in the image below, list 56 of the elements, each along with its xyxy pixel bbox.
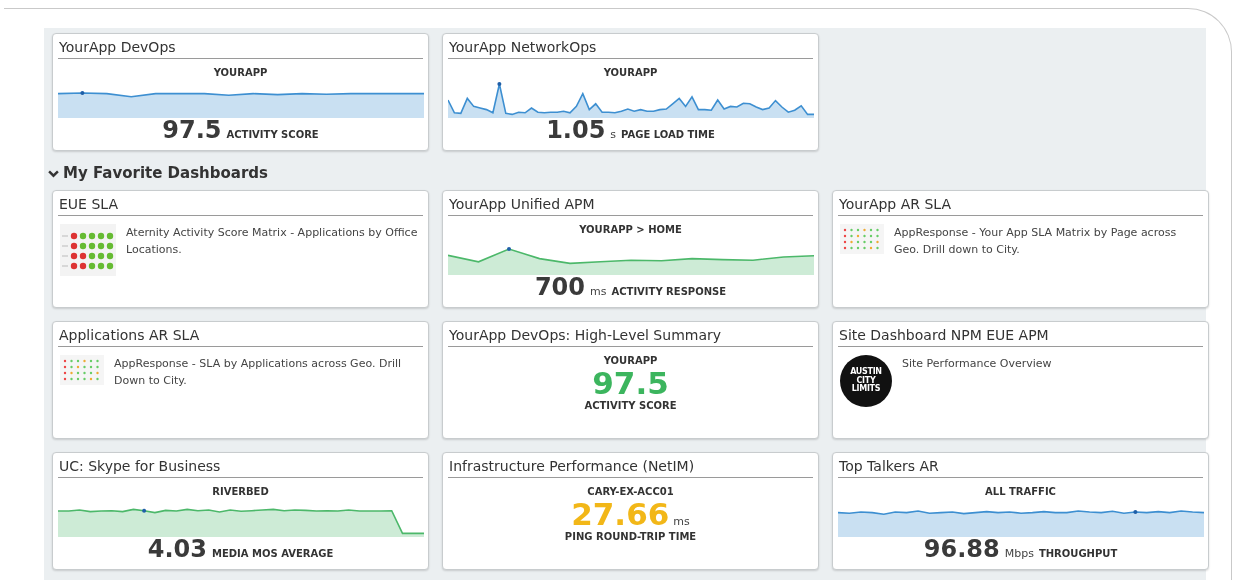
widget-title: YourApp DevOps: High-Level Summary [448,322,813,347]
widget-description: AppResponse - Your App SLA Matrix by Page across Geo. Drill down to City. [894,225,1178,259]
widget-card[interactable]: YourApp DevOps: High-Level Summary YOURAPP 97.5 ACTIVITY SCORE [442,321,819,439]
metric-label: PING ROUND-TRIP TIME [563,531,698,543]
widget-card[interactable]: EUE SLA Aternity Activity Score Matrix - Applications by Office Locations. [52,190,429,308]
widget-subtitle: YOURAPP > HOME [578,224,683,235]
widget-title: EUE SLA [58,191,423,216]
logo-badge: AUSTIN CITY LIMITS [840,355,892,407]
widget-card[interactable]: YourApp NetworkOps YOURAPP 1.05 s PAGE LOAD TIME [442,33,819,151]
widget-title: Top Talkers AR [838,453,1203,478]
metric-label: PAGE LOAD TIME [621,129,715,140]
metric-value: 700 [534,274,586,301]
widget-title: YourApp AR SLA [838,191,1203,216]
metric-value: 96.88 [923,536,1000,563]
metric-label: THROUGHPUT [1038,548,1118,559]
metric-value: 97.5 [592,366,669,401]
widget-subtitle: YOURAPP [602,67,659,78]
widget-subtitle: CARY-EX-ACC01 [586,486,675,497]
widget-card[interactable]: UC: Skype for Business RIVERBED 4.03 MEDIA MOS AVERAGE [52,452,429,570]
metric-label: ACTIVITY SCORE [583,400,678,412]
metric-label: ACTIVITY RESPONSE [611,286,727,297]
widget-card[interactable]: YourApp DevOps YOURAPP 97.5 ACTIVITY SCORE [52,33,429,151]
metric-unit: ms [590,285,607,298]
metric-value: 97.5 [162,117,222,144]
metric-unit: Mbps [1004,547,1034,560]
metric-label: MEDIA MOS AVERAGE [211,548,334,559]
widget-description: AppResponse - SLA by Applications across Geo. Drill Down to City. [114,356,403,390]
section-title: My Favorite Dashboards [63,164,268,182]
widget-title: YourApp Unified APM [448,191,813,216]
widget-title: UC: Skype for Business [58,453,423,478]
widget-card[interactable]: Applications AR SLA AppResponse - SLA by Applications across Geo. Drill Down to City. [52,321,429,439]
widget-title: Infrastructure Performance (NetIM) [448,453,813,478]
widget-card[interactable]: Top Talkers AR ALL TRAFFIC 96.88 Mbps THROUGHPUT [832,452,1209,570]
dot-matrix-thumbnail [60,355,104,385]
widget-description: Aternity Activity Score Matrix - Applications by Office Locations. [126,225,419,259]
widget-subtitle: RIVERBED [211,486,270,497]
metric-value: 1.05 [546,117,606,144]
widget-title: Applications AR SLA [58,322,423,347]
widget-card[interactable]: YourApp Unified APM YOURAPP > HOME 700 ms ACTIVITY RESPONSE [442,190,819,308]
metric-unit: ms [673,515,690,528]
widget-card[interactable]: Infrastructure Performance (NetIM) CARY-EX-ACC01 27.66 ms PING ROUND-TRIP TIME [442,452,819,570]
metric-label: ACTIVITY SCORE [226,129,319,140]
widget-subtitle: ALL TRAFFIC [984,486,1057,497]
widget-description: Site Performance Overview [902,356,1052,372]
widget-card[interactable]: YourApp AR SLA AppResponse - Your App SLA Matrix by Page across Geo. Drill down to City. [832,190,1209,308]
widget-card[interactable]: Site Dashboard NPM EUE APM AUSTIN CITY LIMITS Site Performance Overview [832,321,1209,439]
dot-matrix-thumbnail [60,224,116,276]
widget-title: Site Dashboard NPM EUE APM [838,322,1203,347]
dot-matrix-thumbnail [840,224,884,254]
widget-title: YourApp NetworkOps [448,34,813,59]
widget-subtitle: YOURAPP [602,355,659,366]
widget-subtitle: YOURAPP [212,67,269,78]
metric-value: 27.66 [571,497,670,532]
metric-unit: s [610,128,617,141]
metric-value: 4.03 [147,536,207,563]
widget-title: YourApp DevOps [58,34,423,59]
